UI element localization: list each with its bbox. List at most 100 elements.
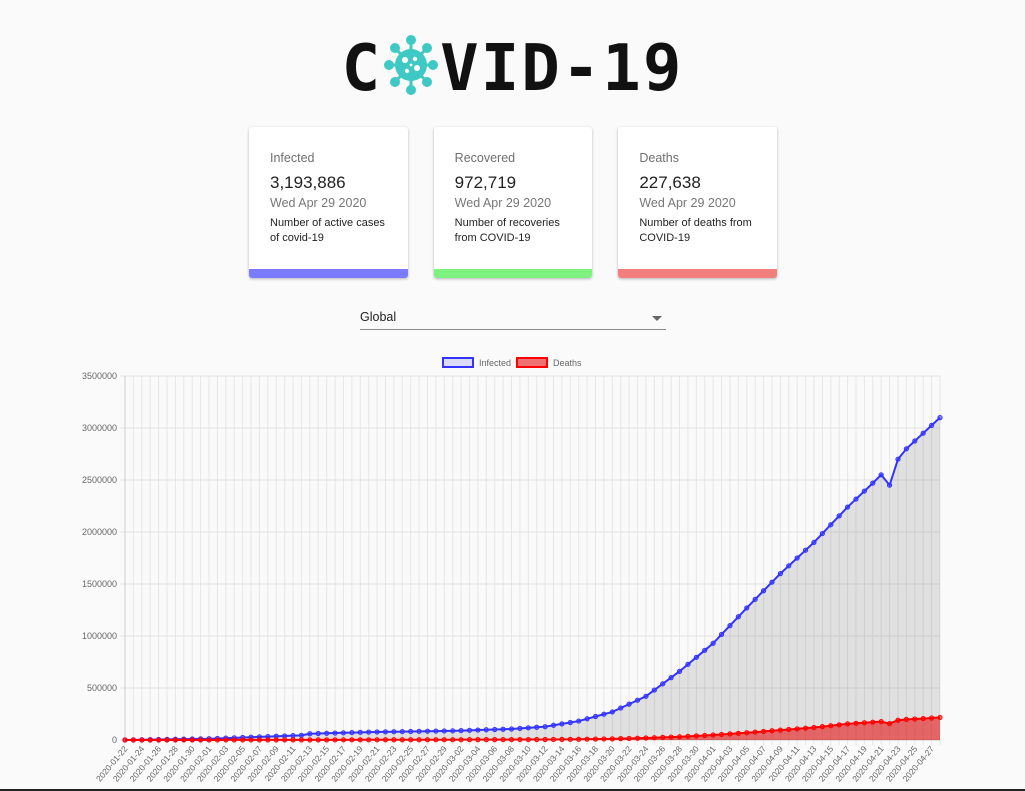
logo-text-right: VID-19	[440, 32, 684, 106]
data-point	[802, 725, 809, 731]
card-color-bar	[249, 269, 408, 278]
data-point	[391, 729, 397, 735]
data-point	[710, 640, 716, 646]
data-point	[382, 729, 389, 735]
data-point	[920, 715, 926, 722]
data-point	[231, 737, 237, 743]
card-date: Wed Apr 29 2020	[454, 196, 552, 210]
virus-icon	[384, 35, 439, 95]
data-point	[508, 736, 515, 743]
data-point	[769, 728, 775, 734]
data-point	[609, 736, 615, 742]
data-point	[559, 736, 565, 742]
logo-text-left: C	[341, 32, 383, 106]
covid-line-chart: 0 500000 1000000 1500000 2000000 2500000 30000…	[82, 357, 943, 784]
card-value: 972,719	[454, 173, 517, 192]
data-point	[357, 729, 363, 735]
card-title: Infected	[270, 151, 315, 165]
data-point	[315, 737, 321, 743]
card-value: 3,193,886	[270, 173, 346, 192]
data-point	[676, 668, 683, 674]
data-point	[870, 719, 876, 725]
data-point	[668, 675, 674, 681]
data-point	[744, 605, 750, 611]
data-point	[550, 722, 557, 728]
data-point	[618, 736, 624, 742]
data-point	[819, 724, 825, 730]
country-select[interactable]: Global	[360, 305, 666, 330]
data-point	[836, 722, 842, 728]
data-point	[920, 430, 926, 436]
data-point	[147, 737, 153, 743]
data-point	[366, 737, 372, 743]
data-point	[441, 737, 447, 743]
card-color-bar	[433, 269, 593, 278]
recovered-card: Recovered 972,719 Wed Apr 29 2020 Number…	[433, 127, 593, 278]
data-point	[542, 724, 548, 730]
data-point	[483, 727, 489, 733]
data-point	[895, 717, 901, 723]
data-point	[727, 623, 733, 629]
data-point	[122, 737, 128, 743]
data-point	[693, 733, 699, 739]
y-tick-label: 2000000	[82, 527, 117, 537]
series-area-infected	[125, 417, 940, 740]
data-point	[340, 737, 347, 743]
data-point	[735, 614, 741, 620]
data-point	[349, 737, 355, 743]
data-point	[626, 735, 632, 742]
data-point	[928, 422, 935, 429]
data-point	[651, 687, 657, 693]
data-point	[928, 715, 935, 721]
data-point	[634, 697, 641, 703]
data-point	[273, 737, 279, 743]
data-point	[651, 735, 657, 741]
data-point	[870, 480, 876, 486]
data-point	[357, 737, 363, 743]
data-point	[752, 729, 758, 735]
data-point	[483, 737, 489, 743]
data-point	[937, 714, 943, 721]
data-point	[844, 504, 851, 510]
data-point	[517, 736, 523, 743]
card-date: Wed Apr 29 2020	[639, 196, 736, 210]
data-point	[693, 654, 699, 660]
data-point	[441, 728, 447, 734]
data-point	[240, 737, 246, 743]
data-point	[760, 588, 767, 594]
data-point	[214, 737, 221, 743]
data-point	[492, 737, 498, 743]
data-point	[332, 730, 338, 736]
data-point	[937, 415, 943, 421]
data-point	[861, 720, 867, 726]
data-point	[458, 737, 464, 743]
data-point	[853, 496, 859, 502]
data-point	[525, 725, 531, 731]
card-description: Number of recoveries from COVID-19	[455, 216, 583, 246]
data-point	[660, 681, 666, 687]
data-point	[844, 721, 851, 727]
data-point	[735, 730, 741, 736]
data-point	[777, 727, 783, 733]
data-point	[760, 728, 767, 735]
data-point	[559, 721, 565, 727]
data-point	[433, 737, 439, 743]
data-point	[223, 737, 229, 743]
stats-cards: Infected 3,193,886 Wed Apr 29 2020 Numbe…	[249, 127, 778, 278]
data-point	[534, 736, 540, 743]
data-point	[702, 647, 708, 653]
data-point	[525, 736, 531, 743]
data-point	[643, 735, 649, 741]
chevron-down-icon[interactable]	[652, 316, 662, 321]
data-point	[702, 732, 708, 739]
data-point	[811, 539, 817, 545]
data-point	[542, 736, 548, 743]
data-point	[130, 737, 137, 743]
card-title: Recovered	[454, 151, 516, 165]
data-point	[340, 730, 347, 736]
data-point	[315, 730, 321, 737]
data-point	[685, 661, 691, 667]
data-point	[727, 731, 733, 737]
data-point	[475, 737, 481, 743]
data-point	[592, 736, 599, 742]
